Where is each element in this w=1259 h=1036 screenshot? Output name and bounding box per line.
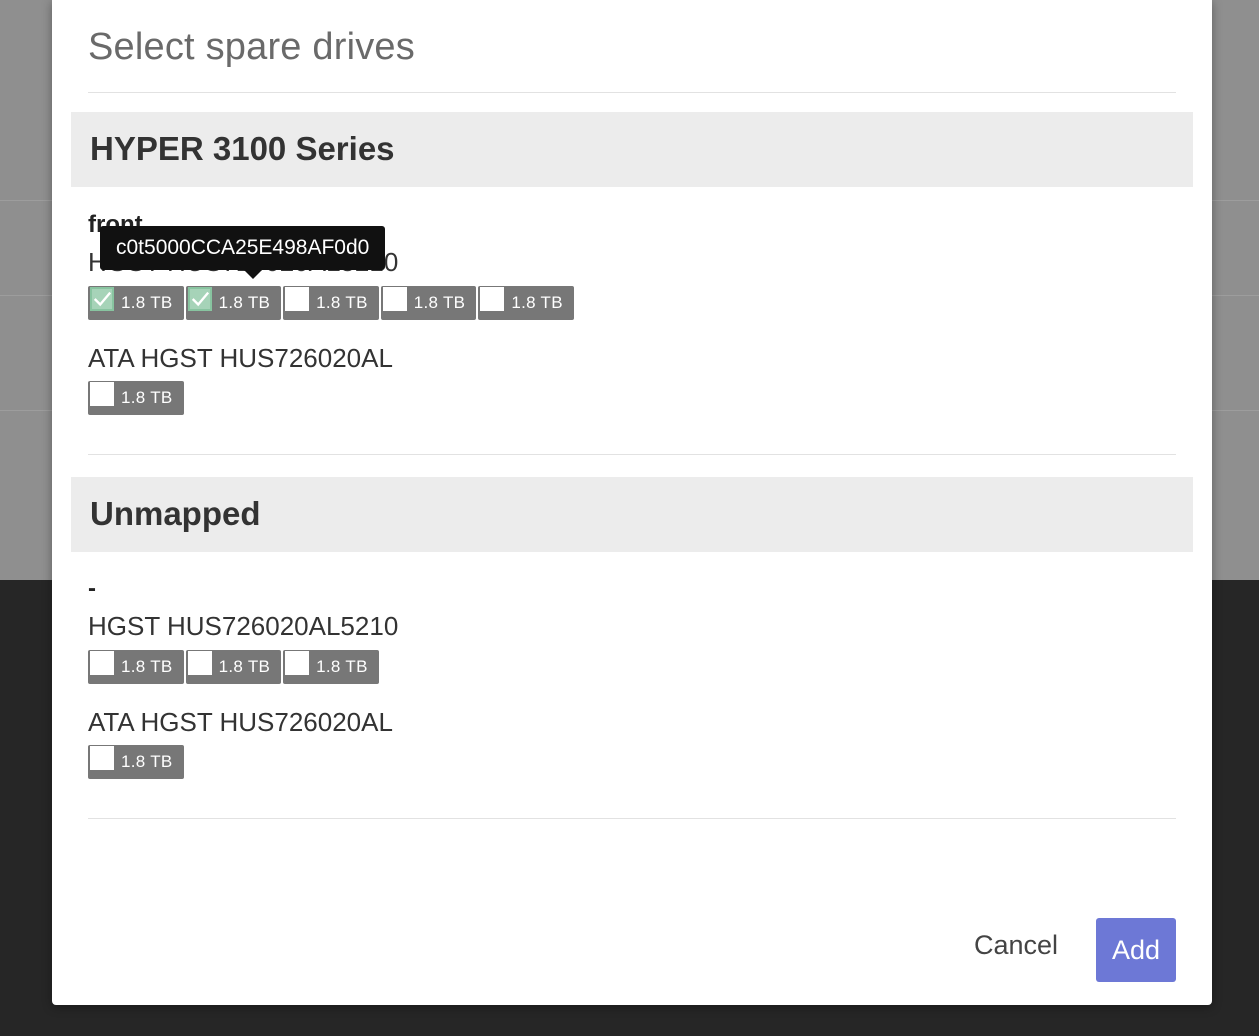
section-header-unmapped: Unmapped [71,477,1193,552]
drive-model-label: ATA HGST HUS726020AL [88,343,393,373]
divider [88,818,1176,819]
unchecked-checkbox-icon [285,651,310,675]
divider [88,92,1176,93]
unchecked-checkbox-icon [480,287,505,311]
cancel-button[interactable]: Cancel [974,930,1058,961]
unchecked-checkbox-icon [90,651,114,675]
drive-size: 1.8 TB [218,657,271,676]
drive-list: 1.8 TB 1.8 TB 1.8 TB 1.8 TB 1.8 TB [88,286,574,320]
drive-list: 1.8 TB [88,745,184,779]
drive-checkbox[interactable]: 1.8 TB [283,286,379,320]
drive-list: 1.8 TB 1.8 TB 1.8 TB [88,650,379,684]
drive-size: 1.8 TB [316,657,368,676]
drive-size: 1.8 TB [511,293,563,312]
drive-size: 1.8 TB [121,388,173,407]
drive-checkbox[interactable]: 1.8 TB [185,286,282,320]
drive-checkbox[interactable]: 1.8 TB [88,745,184,779]
drive-size: 1.8 TB [121,293,173,312]
drive-checkbox[interactable]: 1.8 TB [88,286,184,320]
drive-checkbox[interactable]: 1.8 TB [380,286,477,320]
section-title: Unmapped [90,495,261,532]
unchecked-checkbox-icon [187,651,212,675]
drive-checkbox[interactable]: 1.8 TB [283,650,379,684]
unchecked-checkbox-icon [285,287,310,311]
drive-size: 1.8 TB [413,293,466,312]
drive-size: 1.8 TB [121,657,173,676]
divider [88,454,1176,455]
unchecked-checkbox-icon [90,746,114,770]
location-label: - [88,575,96,602]
drive-size: 1.8 TB [316,293,368,312]
drive-id-tooltip: c0t5000CCA25E498AF0d0 [100,226,386,279]
drive-checkbox[interactable]: 1.8 TB [185,650,282,684]
unchecked-checkbox-icon [382,287,407,311]
drive-size: 1.8 TB [218,293,271,312]
select-spare-drives-dialog: Select spare drives HYPER 3100 Series fr… [52,0,1212,1005]
drive-checkbox[interactable]: 1.8 TB [88,650,184,684]
add-button[interactable]: Add [1096,918,1176,982]
dialog-title: Select spare drives [88,26,415,68]
checked-checkbox-icon [90,287,114,311]
unchecked-checkbox-icon [90,382,114,406]
drive-size: 1.8 TB [121,752,173,771]
section-header-hyper-3100: HYPER 3100 Series [71,112,1193,187]
drive-checkbox[interactable]: 1.8 TB [478,286,574,320]
checked-checkbox-icon [187,287,212,311]
drive-list: 1.8 TB [88,381,184,415]
section-title: HYPER 3100 Series [90,130,395,167]
drive-model-label: HGST HUS726020AL5210 [88,611,399,641]
drive-model-label: ATA HGST HUS726020AL [88,707,393,737]
drive-checkbox[interactable]: 1.8 TB [88,381,184,415]
